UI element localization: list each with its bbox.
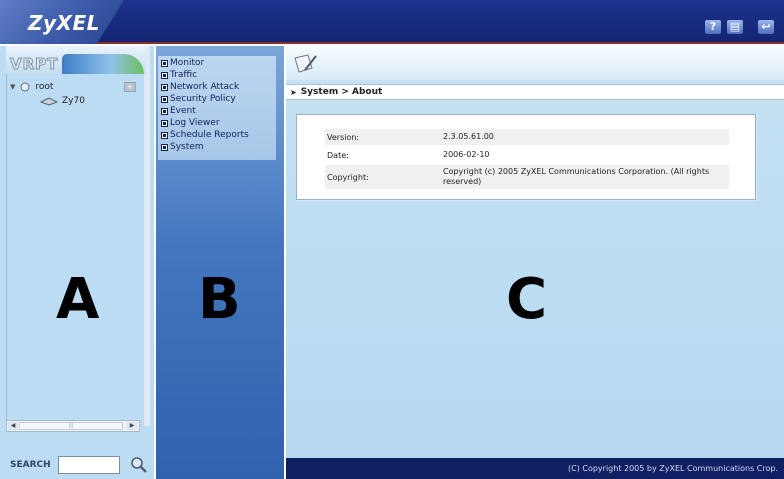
search-input[interactable] [58, 456, 120, 474]
menu-item-label: Monitor [170, 58, 205, 68]
panel-a-device-tree: VRPT ▼ root + Zy70 ◀ ||| ▶ SEARCH [0, 46, 154, 479]
content-toolbar [286, 46, 784, 80]
breadcrumb-arrow-icon: ➤ [290, 87, 297, 97]
notes-icon[interactable]: ▤ [727, 20, 743, 34]
menu-item-label: Traffic [170, 70, 198, 80]
vrpt-logo: VRPT [9, 55, 59, 74]
menu-bullet-icon [161, 95, 168, 103]
panel-b-navigation: Monitor Traffic Network Attack Security … [156, 46, 284, 479]
panel-c-content: ➤ System > About Version: 2.3.05.61.00 D… [286, 46, 784, 479]
device-icon [40, 97, 58, 106]
tree-device-label: Zy70 [62, 96, 85, 106]
logout-icon[interactable]: ↩ [758, 20, 774, 34]
breadcrumb: ➤ System > About [286, 84, 784, 100]
about-info-box: Version: 2.3.05.61.00 Date: 2006-02-10 C… [296, 114, 756, 200]
tree-root-label: root [35, 82, 54, 92]
vrpt-swoosh [62, 54, 144, 74]
menu-item-monitor[interactable]: Monitor [161, 58, 205, 68]
scroll-right-icon[interactable]: ▶ [127, 422, 137, 430]
about-row-copyright: Copyright: Copyright (c) 2005 ZyXEL Comm… [325, 165, 729, 189]
menu-bullet-icon [161, 119, 168, 127]
about-row-date: Date: 2006-02-10 [325, 147, 729, 163]
panel-label-c: C [506, 267, 548, 332]
panel-label-a: A [56, 267, 100, 332]
menu-item-event[interactable]: Event [161, 106, 196, 116]
about-label: Date: [327, 150, 349, 160]
tree-node-root[interactable]: ▼ root [10, 82, 53, 92]
expand-arrow-icon[interactable]: ▼ [10, 83, 15, 91]
menu-bullet-icon [161, 143, 168, 151]
scroll-left-icon[interactable]: ◀ [8, 422, 18, 430]
menu-bullet-icon [161, 131, 168, 139]
menu-item-label: Schedule Reports [170, 130, 249, 140]
menu-bullet-icon [161, 71, 168, 79]
scroll-thumb[interactable]: ||| [19, 422, 123, 430]
about-value: Copyright (c) 2005 ZyXEL Communications … [443, 167, 710, 186]
about-value: 2006-02-10 [443, 150, 490, 160]
menu-item-log-viewer[interactable]: Log Viewer [161, 118, 220, 128]
about-label: Copyright: [327, 172, 369, 182]
menu-item-security-policy[interactable]: Security Policy [161, 94, 236, 104]
menu-item-schedule-reports[interactable]: Schedule Reports [161, 130, 249, 140]
edit-pen-icon[interactable] [292, 52, 318, 76]
zyxel-logo-text: ZyXEL [28, 11, 100, 35]
search-label: SEARCH [10, 460, 51, 470]
breadcrumb-text: System > About [300, 87, 383, 97]
menu-item-label: System [170, 142, 204, 152]
menu-item-label: Event [170, 106, 196, 116]
horizontal-scrollbar[interactable]: ◀ ||| ▶ [6, 420, 140, 432]
menu-item-label: Log Viewer [170, 118, 220, 128]
about-label: Version: [327, 132, 360, 142]
menu-bullet-icon [161, 83, 168, 91]
about-row-version: Version: 2.3.05.61.00 [325, 129, 729, 145]
panel-label-b: B [198, 267, 241, 332]
tree-node-device[interactable]: Zy70 [40, 96, 85, 106]
menu-item-system[interactable]: System [161, 142, 204, 152]
menu-item-label: Network Attack [170, 82, 240, 92]
tree-action-button[interactable]: + [124, 82, 136, 92]
search-icon[interactable] [130, 456, 148, 474]
root-folder-icon [20, 82, 30, 92]
menu-bullet-icon [161, 107, 168, 115]
menu-item-network-attack[interactable]: Network Attack [161, 82, 240, 92]
top-header: ZyXEL ? ▤ ↩ [0, 0, 784, 44]
help-icon[interactable]: ? [705, 20, 721, 34]
menu-item-label: Security Policy [170, 94, 236, 104]
copyright-footer: (C) Copyright 2005 by ZyXEL Communicatio… [286, 458, 784, 479]
menu-bullet-icon [161, 59, 168, 67]
about-value: 2.3.05.61.00 [443, 132, 494, 142]
menu-item-traffic[interactable]: Traffic [161, 70, 198, 80]
